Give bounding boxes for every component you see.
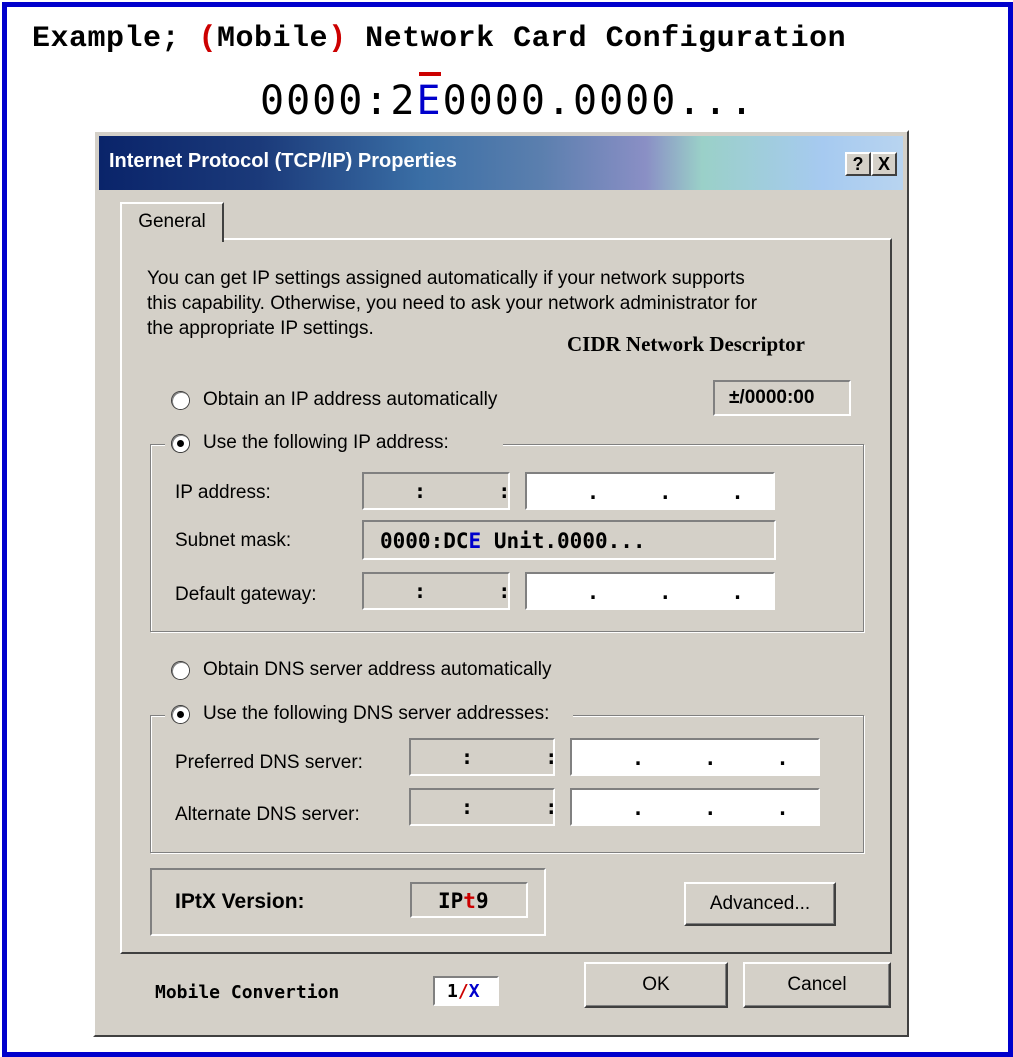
gateway-prefix-field[interactable]: : : [362, 572, 510, 610]
close-button[interactable]: X [871, 152, 897, 176]
obtain-ip-auto-label: Obtain an IP address automatically [203, 389, 498, 410]
obtain-ip-auto-radio[interactable] [172, 392, 189, 409]
tcpip-properties-dialog: Internet Protocol (TCP/IP) Properties ? … [93, 130, 909, 1037]
preferred-dns-field[interactable]: . . . [570, 738, 820, 776]
alternate-dns-field[interactable]: . . . [570, 788, 820, 826]
cidr-value: ±/0000:00 [729, 387, 815, 408]
code-mark: E [416, 72, 443, 124]
default-gateway-label: Default gateway: [175, 584, 317, 605]
subnet-mask-field[interactable]: 0000:DCE Unit.0000... [362, 520, 776, 560]
page-heading: Example; (Mobile) Network Card Configura… [32, 22, 847, 56]
preferred-dns-label: Preferred DNS server: [175, 752, 363, 773]
intro-text: You can get IP settings assigned automat… [147, 268, 758, 339]
default-gateway-field[interactable]: . . . [525, 572, 775, 610]
cancel-button[interactable]: Cancel [743, 962, 891, 1008]
advanced-button[interactable]: Advanced... [684, 882, 836, 926]
iptx-version-box: IPt9 [410, 882, 528, 918]
address-code: 0000:2E0000.0000... [260, 72, 756, 124]
alternate-dns-label: Alternate DNS server: [175, 804, 360, 825]
use-ip-label: Use the following IP address: [203, 432, 449, 453]
obtain-dns-auto-radio[interactable] [172, 662, 189, 679]
subnet-mask-label: Subnet mask: [175, 530, 292, 551]
cidr-label: CIDR Network Descriptor [567, 332, 805, 356]
obtain-dns-auto-label: Obtain DNS server address automatically [203, 659, 552, 680]
use-dns-radio[interactable] [172, 706, 189, 723]
mobile-conversion-box: 1/X [433, 976, 499, 1006]
iptx-label: IPtX Version: [175, 890, 305, 913]
dialog-title: Internet Protocol (TCP/IP) Properties [109, 150, 457, 172]
ip-address-label: IP address: [175, 482, 271, 503]
preferred-dns-prefix-field[interactable]: : : [409, 738, 557, 776]
use-dns-label: Use the following DNS server addresses: [203, 703, 550, 724]
dns-group [150, 715, 864, 853]
mobile-conversion-label: Mobile Convertion [155, 982, 340, 1003]
ip-address-field[interactable]: . . . [525, 472, 775, 510]
help-button[interactable]: ? [845, 152, 871, 176]
alternate-dns-prefix-field[interactable]: : : [409, 788, 557, 826]
title-bar: Internet Protocol (TCP/IP) Properties ? … [99, 136, 903, 190]
subnet-mark: E [468, 529, 482, 553]
ok-button[interactable]: OK [584, 962, 728, 1008]
tab-general[interactable]: General [120, 202, 224, 242]
use-ip-radio-selected[interactable] [172, 435, 189, 452]
cidr-value-box: ±/0000:00 [713, 380, 851, 416]
ip-address-prefix-field[interactable]: : : [362, 472, 510, 510]
